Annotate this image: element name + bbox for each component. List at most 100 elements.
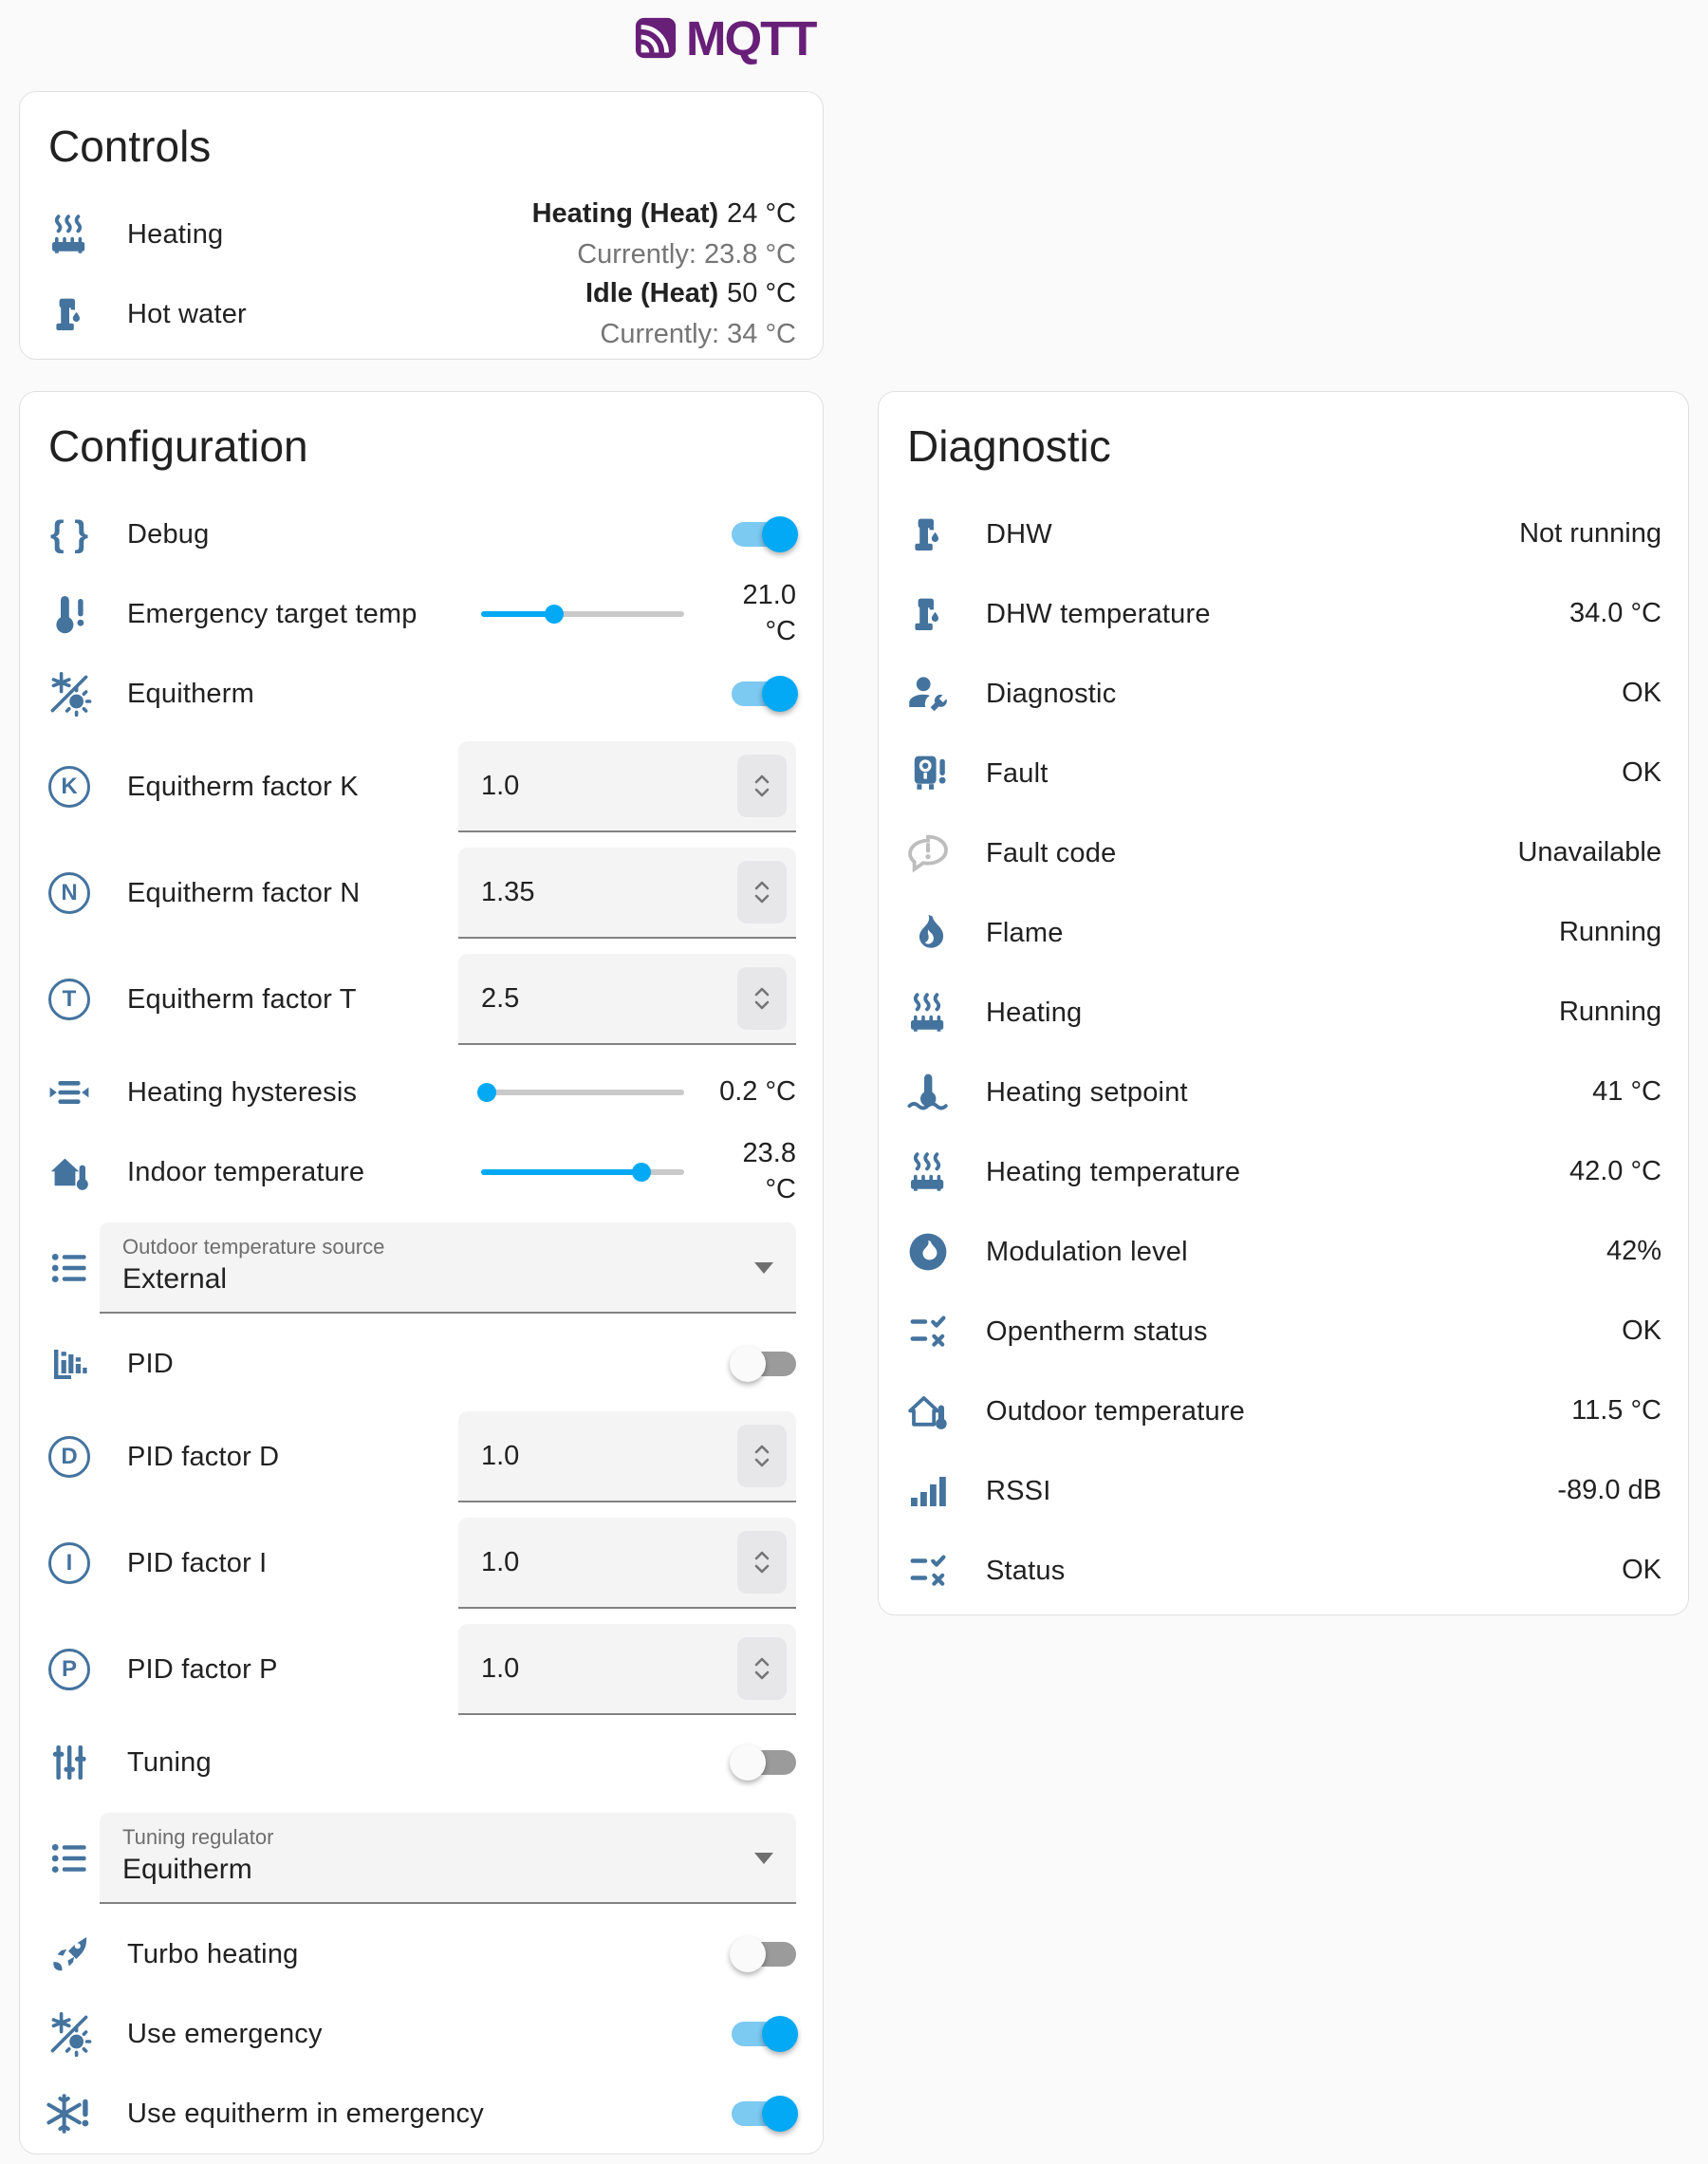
diag-row-outdoor-temperature[interactable]: Outdoor temperature 11.5 °C	[905, 1371, 1662, 1451]
equitherm-toggle[interactable]	[732, 681, 796, 707]
climate-state: Heating (Heat)24 °C Currently: 23.8 °C	[532, 194, 796, 276]
configuration-title: Configuration	[48, 420, 796, 472]
alpha-i-circle-icon: I	[46, 1540, 92, 1586]
hysteresis-icon	[46, 1070, 92, 1115]
climate-action: Idle (Heat)	[585, 278, 718, 308]
climate-current-temp: Currently: 34 °C	[585, 314, 796, 356]
sensor-value: 42.0 °C	[1555, 1154, 1662, 1190]
config-row-heating-hysteresis: Heating hysteresis 0.2 °C	[46, 1053, 796, 1132]
config-row-equitherm-factor-k: K Equitherm factor K 1.0	[46, 734, 796, 840]
diag-row-modulation-level[interactable]: Modulation level 42%	[905, 1212, 1662, 1292]
pid-factor-i-input[interactable]: 1.0	[458, 1518, 796, 1609]
use-emergency-toggle[interactable]	[732, 2021, 796, 2047]
sun-snowflake-icon	[46, 2011, 92, 2057]
indoor-temperature-slider[interactable]	[481, 1153, 684, 1191]
home-thermometer-icon	[46, 1149, 92, 1195]
number-stepper[interactable]	[737, 1425, 787, 1487]
use-equitherm-in-emergency-toggle[interactable]	[732, 2100, 796, 2127]
alpha-n-circle-icon: N	[46, 870, 92, 916]
tuning-regulator-select[interactable]: Tuning regulator Equitherm	[100, 1813, 796, 1904]
configuration-card: Configuration { } Debug Emergency target…	[19, 391, 824, 2155]
diag-row-heating-temperature[interactable]: Heating temperature 42.0 °C	[905, 1132, 1662, 1212]
config-row-emergency-target-temp: Emergency target temp 21.0 °C	[46, 574, 796, 654]
config-row-indoor-temperature: Indoor temperature 23.8 °C	[46, 1132, 796, 1212]
equitherm-factor-t-input[interactable]: 2.5	[458, 954, 796, 1045]
number-stepper[interactable]	[737, 755, 787, 817]
list-status-icon	[905, 1548, 951, 1594]
sensor-value: OK	[1555, 756, 1662, 792]
alpha-t-circle-icon: T	[46, 977, 92, 1022]
diag-row-flame[interactable]: Flame Running	[905, 893, 1662, 973]
number-stepper[interactable]	[737, 1531, 787, 1594]
fire-icon	[905, 910, 951, 956]
number-stepper[interactable]	[737, 861, 787, 923]
control-label: Hot water	[127, 299, 585, 330]
sensor-value: OK	[1555, 676, 1662, 712]
diag-row-heating[interactable]: Heating Running	[905, 973, 1662, 1053]
dropdown-arrow-icon	[754, 1853, 773, 1864]
slider-value: 0.2 °C	[690, 1074, 796, 1110]
alpha-k-circle-icon: K	[46, 764, 92, 810]
config-row-use-equitherm-in-emergency: Use equitherm in emergency	[46, 2074, 796, 2154]
rocket-launch-icon	[46, 1931, 92, 1977]
pid-toggle[interactable]	[732, 1351, 796, 1377]
config-row-pid-factor-p: P PID factor P 1.0	[46, 1616, 796, 1723]
turbo-heating-toggle[interactable]	[732, 1941, 796, 1968]
sensor-value: 34.0 °C	[1555, 596, 1662, 632]
climate-target-temp: 50 °C	[727, 278, 796, 308]
diag-row-dhw-temperature[interactable]: DHW temperature 34.0 °C	[905, 574, 1662, 654]
diag-row-status[interactable]: Status OK	[905, 1531, 1662, 1611]
thermometer-water-icon	[905, 1070, 951, 1115]
sensor-value: Running	[1555, 995, 1662, 1031]
diag-row-heating-setpoint[interactable]: Heating setpoint 41 °C	[905, 1053, 1662, 1132]
diag-row-dhw[interactable]: DHW Not running	[905, 494, 1662, 574]
radiator-icon	[46, 212, 92, 257]
code-braces-icon: { }	[46, 512, 92, 557]
sensor-value: OK	[1555, 1553, 1662, 1589]
water-pump-icon	[905, 512, 951, 557]
signal-icon	[905, 1468, 951, 1514]
debug-toggle[interactable]	[732, 521, 796, 548]
sun-snowflake-icon	[46, 671, 92, 717]
alpha-d-circle-icon: D	[46, 1434, 92, 1480]
equitherm-factor-n-input[interactable]: 1.35	[458, 848, 796, 939]
tuning-toggle[interactable]	[732, 1749, 796, 1776]
diag-row-opentherm-status[interactable]: Opentherm status OK	[905, 1292, 1662, 1371]
pid-factor-d-input[interactable]: 1.0	[458, 1411, 796, 1502]
diagnostic-card: Diagnostic DHW Not running DHW temperatu…	[878, 391, 1689, 1615]
sensor-value: Running	[1555, 915, 1662, 951]
emergency-target-temp-slider[interactable]	[481, 595, 684, 633]
equitherm-factor-k-input[interactable]: 1.0	[458, 741, 796, 832]
number-stepper[interactable]	[737, 967, 787, 1030]
diagnostic-title: Diagnostic	[907, 420, 1662, 472]
control-label: Heating	[127, 219, 532, 251]
outdoor-temperature-source-select[interactable]: Outdoor temperature source External	[100, 1222, 796, 1314]
config-row-use-emergency: Use emergency	[46, 1994, 796, 2074]
climate-target-temp: 24 °C	[727, 198, 796, 229]
heating-hysteresis-slider[interactable]	[481, 1073, 684, 1111]
diag-row-fault-code[interactable]: Fault code Unavailable	[905, 813, 1662, 893]
number-stepper[interactable]	[737, 1637, 787, 1700]
list-status-icon	[905, 1309, 951, 1354]
config-row-outdoor-temperature-source: Outdoor temperature source External	[46, 1212, 796, 1324]
control-row-hot-water[interactable]: Hot water Idle (Heat) 50 °C Currently: 34…	[46, 274, 796, 354]
water-boiler-alert-icon	[905, 751, 951, 796]
diag-row-diagnostic[interactable]: Diagnostic OK	[905, 654, 1662, 734]
radiator-icon	[905, 1149, 951, 1195]
water-pump-icon	[905, 591, 951, 637]
tune-icon	[46, 1740, 92, 1785]
diag-row-fault[interactable]: Fault OK	[905, 734, 1662, 813]
diag-row-rssi[interactable]: RSSI -89.0 dB	[905, 1451, 1662, 1531]
format-list-bulleted-icon	[46, 1836, 92, 1881]
water-pump-icon	[46, 291, 92, 337]
climate-current-temp: Currently: 23.8 °C	[532, 234, 796, 276]
sensor-value: OK	[1555, 1314, 1662, 1350]
config-row-debug: { } Debug	[46, 494, 796, 574]
config-row-tuning-regulator: Tuning regulator Equitherm	[46, 1802, 796, 1914]
control-row-heating[interactable]: Heating Heating (Heat)24 °C Currently: 2…	[46, 195, 796, 274]
dropdown-arrow-icon	[754, 1262, 773, 1274]
sensor-value: 41 °C	[1555, 1074, 1662, 1110]
pid-factor-p-input[interactable]: 1.0	[458, 1624, 796, 1715]
snowflake-alert-icon	[46, 2091, 92, 2136]
controls-title: Controls	[48, 121, 796, 172]
